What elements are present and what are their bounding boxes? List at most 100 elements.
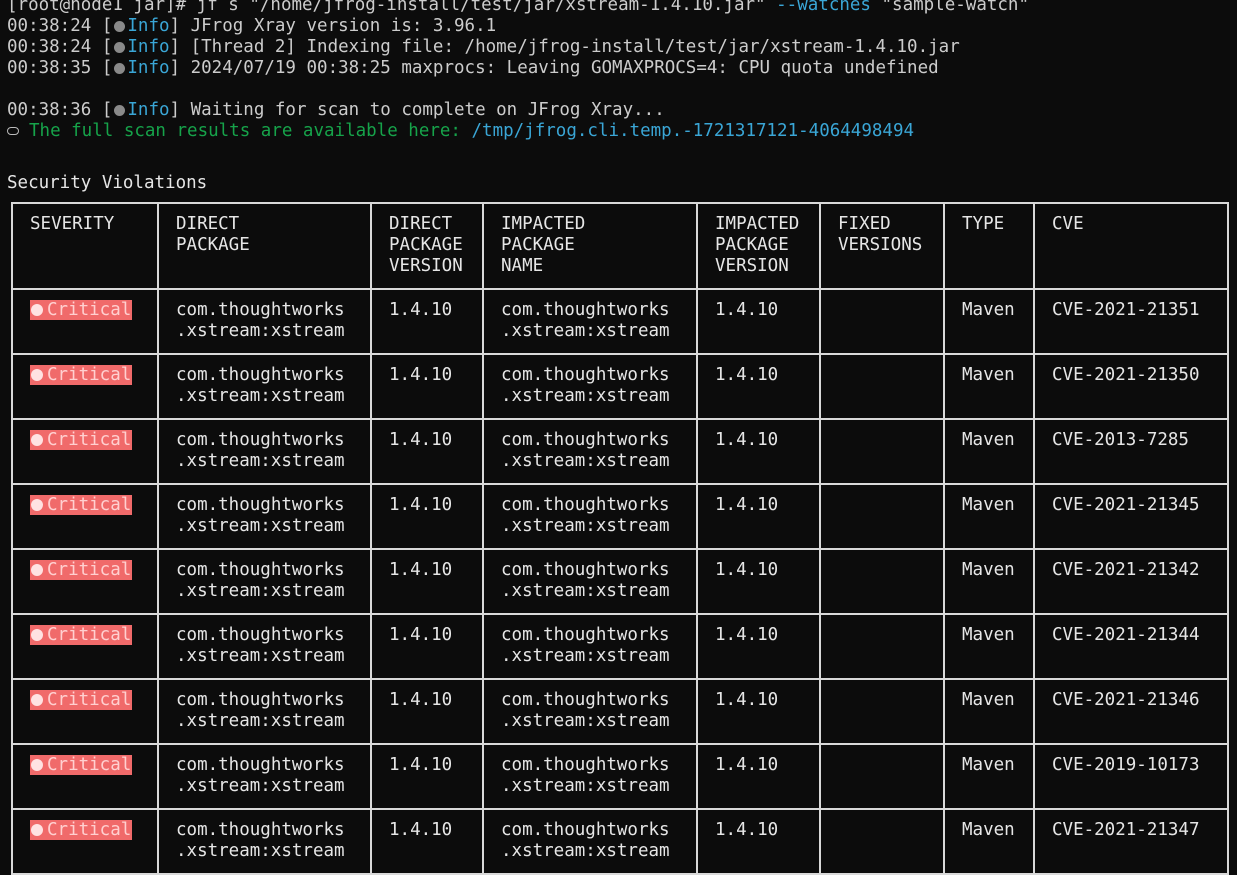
direct-package-version-cell: 1.4.10: [370, 808, 484, 875]
direct-package-version-cell: 1.4.10: [370, 548, 484, 615]
log-time: 00:38:35: [7, 58, 92, 78]
skull-icon: [31, 369, 43, 381]
table-body: Critical com.thoughtworks .xstream:xstrea…: [11, 288, 1229, 875]
skull-icon: [31, 499, 43, 511]
fixed-versions-cell: [819, 808, 945, 875]
cve-cell: CVE-2021-21346: [1033, 678, 1229, 745]
table-row: Critical com.thoughtworks .xstream:xstrea…: [11, 353, 1229, 420]
header-fixed-versions: FIXED VERSIONS: [819, 202, 945, 290]
direct-package-cell: com.thoughtworks .xstream:xstream: [157, 288, 372, 355]
type-cell: Maven: [943, 548, 1035, 615]
impacted-package-version-cell: 1.4.10: [696, 678, 821, 745]
table-row: Critical com.thoughtworks .xstream:xstrea…: [11, 483, 1229, 550]
results-path-link[interactable]: /tmp/jfrog.cli.temp.-1721317121-40644984…: [472, 121, 915, 141]
severity-badge: Critical: [30, 690, 133, 710]
severity-label: Critical: [47, 300, 132, 320]
header-impacted-package-version: IMPACTED PACKAGE VERSION: [696, 202, 821, 290]
severity-cell: Critical: [11, 288, 159, 355]
status-dot-icon: [114, 105, 126, 116]
table-row: Critical com.thoughtworks .xstream:xstrea…: [11, 613, 1229, 680]
log-line: 00:38:35 [Info] 2024/07/19 00:38:25 maxp…: [7, 58, 939, 78]
direct-package-cell: com.thoughtworks .xstream:xstream: [157, 548, 372, 615]
type-cell: Maven: [943, 483, 1035, 550]
impacted-package-version-cell: 1.4.10: [696, 288, 821, 355]
header-direct-package: DIRECT PACKAGE: [157, 202, 372, 290]
skull-icon: [31, 564, 43, 576]
header-severity: SEVERITY: [11, 202, 159, 290]
skull-icon: [31, 434, 43, 446]
severity-badge: Critical: [30, 625, 133, 645]
severity-label: Critical: [47, 625, 132, 645]
log-time: 00:38:36: [7, 100, 92, 120]
impacted-package-name-cell: com.thoughtworks .xstream:xstream: [482, 613, 698, 680]
skull-icon: [31, 694, 43, 706]
status-dot-icon: [114, 42, 126, 53]
log-message: [Thread 2] Indexing file: /home/jfrog-in…: [190, 37, 960, 57]
table-row: Critical com.thoughtworks .xstream:xstrea…: [11, 548, 1229, 615]
status-dot-icon: [114, 21, 126, 32]
fixed-versions-cell: [819, 483, 945, 550]
shell-prompt: [root@node1 jar]#: [7, 0, 197, 15]
log-message: Waiting for scan to complete on JFrog Xr…: [190, 100, 665, 120]
severity-label: Critical: [47, 430, 132, 450]
severity-label: Critical: [47, 495, 132, 515]
security-violations-table: SEVERITY DIRECT PACKAGE DIRECT PACKAGE V…: [11, 202, 1229, 875]
impacted-package-version-cell: 1.4.10: [696, 548, 821, 615]
severity-label: Critical: [47, 690, 132, 710]
results-text: The full scan results are available here…: [29, 121, 472, 141]
cve-cell: CVE-2021-21344: [1033, 613, 1229, 680]
skull-icon: [31, 824, 43, 836]
impacted-package-version-cell: 1.4.10: [696, 418, 821, 485]
direct-package-cell: com.thoughtworks .xstream:xstream: [157, 808, 372, 875]
cve-cell: CVE-2021-21350: [1033, 353, 1229, 420]
severity-cell: Critical: [11, 613, 159, 680]
type-cell: Maven: [943, 743, 1035, 810]
section-title: Security Violations: [7, 173, 208, 193]
log-line: 00:38:24 [Info] [Thread 2] Indexing file…: [7, 37, 960, 57]
skull-icon: [31, 304, 43, 316]
cve-cell: CVE-2021-21351: [1033, 288, 1229, 355]
severity-label: Critical: [47, 755, 132, 775]
log-level: Info: [127, 58, 170, 78]
fixed-versions-cell: [819, 418, 945, 485]
command-line: [root@node1 jar]# jf s "/home/jfrog-inst…: [7, 0, 1232, 16]
skull-icon: [31, 759, 43, 771]
link-icon: [7, 127, 19, 135]
direct-package-version-cell: 1.4.10: [370, 743, 484, 810]
log-message: JFrog Xray version is: 3.96.1: [190, 16, 497, 36]
log-level: Info: [127, 16, 170, 36]
table-header-row: SEVERITY DIRECT PACKAGE DIRECT PACKAGE V…: [11, 202, 1229, 290]
impacted-package-version-cell: 1.4.10: [696, 808, 821, 875]
fixed-versions-cell: [819, 678, 945, 745]
type-cell: Maven: [943, 808, 1035, 875]
severity-badge: Critical: [30, 495, 133, 515]
results-line: The full scan results are available here…: [7, 121, 1232, 142]
severity-badge: Critical: [30, 755, 133, 775]
severity-cell: Critical: [11, 548, 159, 615]
impacted-package-name-cell: com.thoughtworks .xstream:xstream: [482, 743, 698, 810]
direct-package-cell: com.thoughtworks .xstream:xstream: [157, 353, 372, 420]
severity-cell: Critical: [11, 418, 159, 485]
fixed-versions-cell: [819, 613, 945, 680]
fixed-versions-cell: [819, 353, 945, 420]
impacted-package-name-cell: com.thoughtworks .xstream:xstream: [482, 678, 698, 745]
type-cell: Maven: [943, 418, 1035, 485]
table-row: Critical com.thoughtworks .xstream:xstrea…: [11, 808, 1229, 875]
status-dot-icon: [114, 63, 126, 74]
log-time: 00:38:24: [7, 37, 92, 57]
severity-label: Critical: [47, 560, 132, 580]
impacted-package-name-cell: com.thoughtworks .xstream:xstream: [482, 418, 698, 485]
table-row: Critical com.thoughtworks .xstream:xstrea…: [11, 743, 1229, 810]
terminal-window[interactable]: [root@node1 jar]# jf s "/home/jfrog-inst…: [7, 0, 1232, 194]
direct-package-version-cell: 1.4.10: [370, 613, 484, 680]
header-type: TYPE: [943, 202, 1035, 290]
impacted-package-name-cell: com.thoughtworks .xstream:xstream: [482, 288, 698, 355]
command-text: jf s "/home/jfrog-install/test/jar/xstre…: [196, 0, 777, 15]
impacted-package-name-cell: com.thoughtworks .xstream:xstream: [482, 808, 698, 875]
log-message: 2024/07/19 00:38:25 maxprocs: Leaving GO…: [190, 58, 939, 78]
severity-cell: Critical: [11, 808, 159, 875]
log-level: Info: [127, 100, 170, 120]
skull-icon: [31, 629, 43, 641]
direct-package-version-cell: 1.4.10: [370, 353, 484, 420]
